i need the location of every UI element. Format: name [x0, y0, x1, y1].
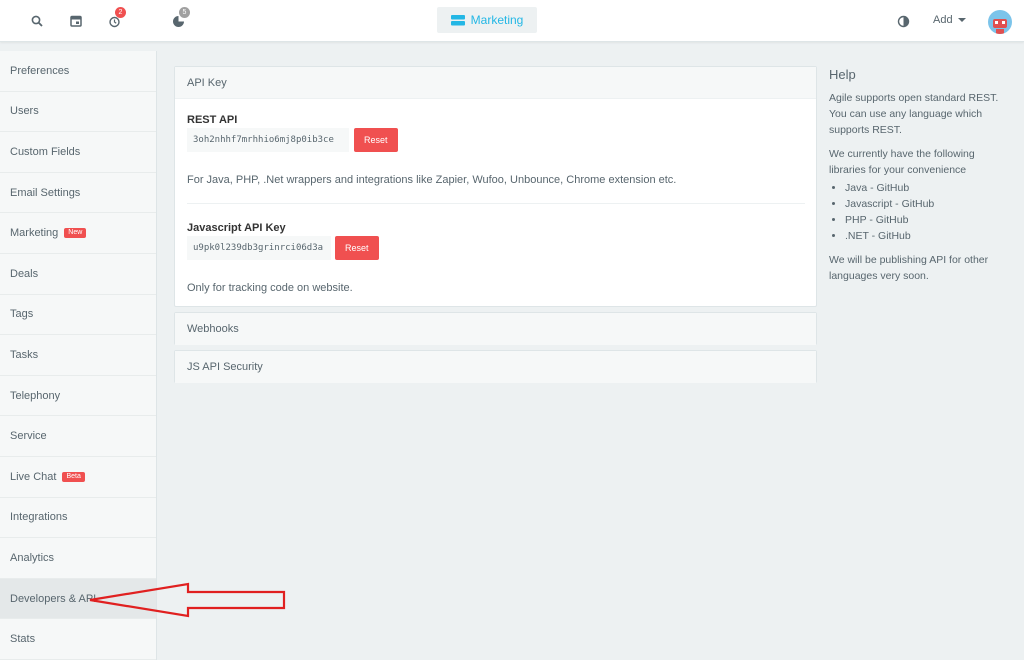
chevron-down-icon [957, 18, 966, 22]
sidebar-item-analytics[interactable]: Analytics [0, 538, 156, 579]
marketing-icon [450, 14, 465, 25]
sidebar-item-label: Deals [10, 267, 39, 280]
js-api-note: Only for tracking code on website. [187, 282, 353, 294]
sidebar-item-marketing[interactable]: Marketing New [0, 213, 156, 254]
help-paragraph-2: We currently have the following librarie… [829, 148, 975, 176]
js-api-title: Javascript API Key [187, 222, 286, 234]
top-navbar: 2 5 Marketing Add [0, 0, 1024, 42]
library-item[interactable]: Javascript - GitHub [845, 196, 1014, 212]
sidebar-item-label: Preferences [10, 64, 70, 77]
js-api-key-value[interactable]: u9pk0l239db3grinrci06d3a [187, 236, 331, 260]
sidebar-item-tag-badge: New [64, 228, 87, 239]
sidebar-item-label: Users [10, 105, 39, 118]
webhooks-panel-header[interactable]: Webhooks [175, 313, 816, 345]
rest-api-key-value[interactable]: 3oh2nhhf7mrhhio6mj8p0ib3ce [187, 128, 349, 152]
sidebar-item-service[interactable]: Service [0, 416, 156, 457]
js-api-security-panel-header[interactable]: JS API Security [175, 351, 816, 383]
library-item[interactable]: .NET - GitHub [845, 228, 1014, 244]
api-key-panel-header[interactable]: API Key [175, 67, 816, 99]
webhooks-panel[interactable]: Webhooks [174, 312, 817, 345]
sidebar-item-tag-badge: Beta [62, 471, 85, 482]
sidebar-item-label: Live Chat [10, 470, 57, 483]
sidebar-item-telephony[interactable]: Telephony [0, 376, 156, 417]
notifications-icon[interactable]: 5 [168, 7, 190, 31]
annotation-arrow-icon [89, 582, 286, 618]
help-paragraph-3: We will be publishing API for other lang… [829, 254, 989, 282]
sidebar-item-label: Stats [10, 633, 36, 646]
theme-toggle-icon[interactable] [893, 11, 913, 31]
sidebar-item-label: Custom Fields [10, 145, 81, 158]
sidebar-item-label: Developers & API [10, 592, 97, 605]
sidebar-item-custom-fields[interactable]: Custom Fields [0, 132, 156, 173]
js-api-security-panel[interactable]: JS API Security [174, 350, 817, 383]
sidebar-item-preferences[interactable]: Preferences [0, 51, 156, 92]
notifications-badge: 5 [179, 7, 190, 18]
reminders-badge: 2 [115, 7, 126, 18]
sidebar-item-tasks[interactable]: Tasks [0, 335, 156, 376]
settings-sidebar: Preferences Users Custom Fields Email Setti… [0, 51, 157, 660]
library-list: Java - GitHub Javascript - GitHub PHP - … [829, 180, 1014, 244]
sidebar-item-users[interactable]: Users [0, 92, 156, 133]
api-key-panel: API Key REST API 3oh2nhhf7mrhhio6mj8p0ib… [174, 66, 817, 307]
sidebar-item-label: Email Settings [10, 186, 81, 199]
sidebar-item-label: Marketing [10, 227, 59, 240]
sidebar-item-label: Analytics [10, 551, 55, 564]
marketing-switch-button[interactable]: Marketing [437, 7, 537, 33]
library-item[interactable]: PHP - GitHub [845, 212, 1014, 228]
sidebar-item-live-chat[interactable]: Live Chat Beta [0, 457, 156, 498]
library-item[interactable]: Java - GitHub [845, 180, 1014, 196]
help-paragraph-1: Agile supports open standard REST. You c… [829, 92, 999, 136]
sidebar-item-email-settings[interactable]: Email Settings [0, 173, 156, 214]
rest-api-note: For Java, PHP, .Net wrappers and integra… [187, 174, 677, 186]
sidebar-item-label: Service [10, 430, 47, 443]
sidebar-item-label: Integrations [10, 511, 68, 524]
sidebar-item-label: Tags [10, 308, 34, 321]
sidebar-item-label: Telephony [10, 389, 61, 402]
sidebar-item-deals[interactable]: Deals [0, 254, 156, 295]
user-avatar[interactable] [988, 10, 1012, 34]
help-section: Help Agile supports open standard REST. … [829, 67, 1014, 292]
add-label: Add [933, 14, 953, 26]
section-divider [187, 203, 805, 204]
sidebar-item-stats[interactable]: Stats [0, 619, 156, 660]
calendar-icon[interactable] [66, 11, 86, 31]
alarm-clock-icon[interactable]: 2 [104, 7, 126, 31]
js-api-reset-button[interactable]: Reset [335, 236, 379, 260]
sidebar-item-tags[interactable]: Tags [0, 295, 156, 336]
search-icon[interactable] [27, 11, 47, 31]
rest-api-title: REST API [187, 114, 238, 126]
add-dropdown-button[interactable]: Add [933, 14, 966, 26]
marketing-label: Marketing [470, 13, 524, 27]
sidebar-item-label: Tasks [10, 348, 39, 361]
help-title: Help [829, 67, 856, 82]
rest-api-reset-button[interactable]: Reset [354, 128, 398, 152]
sidebar-item-integrations[interactable]: Integrations [0, 498, 156, 539]
